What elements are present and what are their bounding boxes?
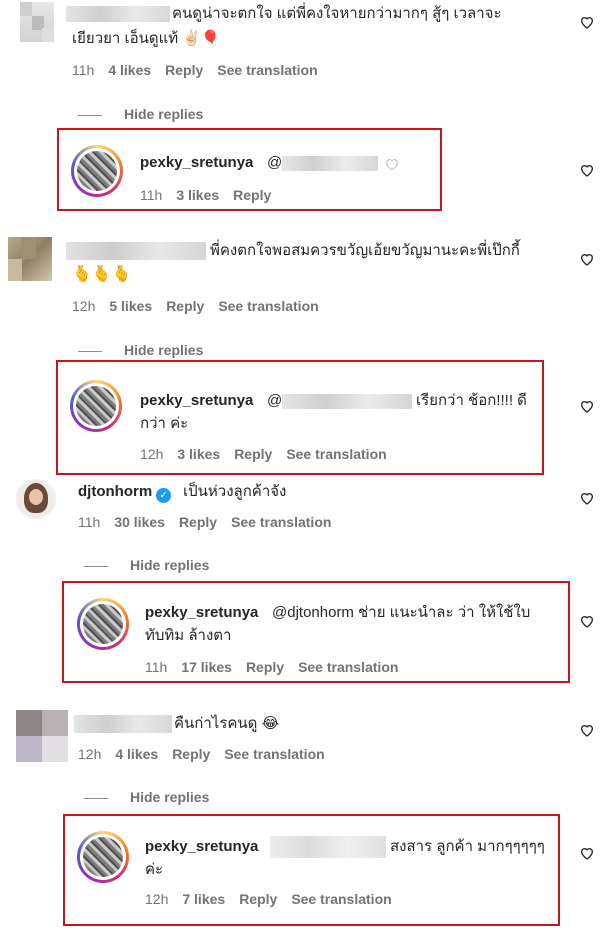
redacted-username[interactable] bbox=[74, 715, 172, 733]
hide-replies-button[interactable]: Hide replies bbox=[78, 105, 203, 123]
redacted-mention bbox=[282, 394, 412, 409]
heart-icon[interactable] bbox=[579, 722, 595, 738]
heart-icon[interactable] bbox=[579, 398, 595, 414]
highlight-box bbox=[63, 814, 560, 926]
comment-text: เป็นห่วงลูกค้าจัง bbox=[183, 483, 287, 500]
comment-meta: 11h 4 likes Reply See translation bbox=[72, 61, 332, 79]
hide-replies-button[interactable]: Hide replies bbox=[84, 556, 209, 574]
reply-meta: 11h 17 likes Reply See translation bbox=[145, 658, 412, 676]
timestamp: 11h bbox=[78, 514, 101, 530]
redacted-mention bbox=[282, 156, 378, 171]
reply-button[interactable]: Reply bbox=[166, 298, 204, 314]
timestamp: 12h bbox=[145, 891, 169, 907]
mention[interactable]: @ bbox=[267, 152, 282, 174]
reply-button[interactable]: Reply bbox=[172, 746, 210, 762]
comment-meta: 12h 4 likes Reply See translation bbox=[78, 745, 339, 763]
heart-icon[interactable] bbox=[579, 613, 595, 629]
reply-text: @djtonhorm ช่าย แนะนำละ ว่า ให้ใช้ใบ bbox=[272, 604, 531, 621]
comment-text: เยียวยา เอ็นดูแท้ ✌🏻🎈 bbox=[72, 30, 220, 47]
likes-count[interactable]: 17 likes bbox=[181, 659, 232, 675]
likes-count[interactable]: 4 likes bbox=[108, 62, 151, 78]
avatar[interactable] bbox=[16, 710, 68, 762]
timestamp: 12h bbox=[72, 298, 96, 314]
heart-icon[interactable] bbox=[579, 845, 595, 861]
likes-count[interactable]: 5 likes bbox=[109, 298, 152, 314]
comment-text: พี่คงตกใจพอสมควรขวัญเอ้ยขวัญมานะคะพี่เป๊… bbox=[210, 242, 520, 259]
reply-username[interactable]: pexky_sretunya bbox=[145, 602, 258, 624]
heart-icon[interactable] bbox=[579, 14, 595, 30]
verified-icon: ✓ bbox=[156, 488, 172, 503]
reply-text: ค่ะ bbox=[145, 861, 164, 878]
avatar[interactable] bbox=[70, 380, 122, 432]
reply-meta: 12h 3 likes Reply See translation bbox=[140, 445, 401, 463]
timestamp: 11h bbox=[72, 62, 95, 78]
heart-emoji-icon bbox=[386, 159, 398, 171]
comment-text: 🫰🫰🫰 bbox=[72, 266, 132, 283]
reply-username[interactable]: pexky_sretunya bbox=[145, 836, 258, 858]
reply-text: ทับทิม ล้างตา bbox=[145, 627, 232, 644]
redacted-username[interactable] bbox=[66, 242, 206, 260]
avatar[interactable] bbox=[77, 598, 129, 650]
reply-username[interactable]: pexky_sretunya bbox=[140, 152, 253, 174]
timestamp: 11h bbox=[145, 659, 168, 675]
likes-count[interactable]: 7 likes bbox=[182, 891, 225, 907]
see-translation-button[interactable]: See translation bbox=[217, 62, 317, 78]
redacted-mention bbox=[270, 836, 386, 858]
reply-text: กว่า ค่ะ bbox=[140, 415, 189, 432]
comment-meta: 11h 30 likes Reply See translation bbox=[78, 513, 345, 531]
reply-button[interactable]: Reply bbox=[239, 891, 277, 907]
reply-button[interactable]: Reply bbox=[233, 187, 271, 203]
hide-replies-button[interactable]: Hide replies bbox=[84, 788, 209, 806]
comment-text: คืนก่าไรคนดู 😂 bbox=[174, 715, 280, 732]
hide-replies-button[interactable]: Hide replies bbox=[78, 341, 203, 359]
reply-text: สงสาร ลูกค้า มากๆๆๆๆๆ bbox=[390, 838, 545, 855]
timestamp: 11h bbox=[140, 187, 163, 203]
timestamp: 12h bbox=[78, 746, 102, 762]
avatar[interactable] bbox=[77, 831, 129, 883]
likes-count[interactable]: 3 likes bbox=[176, 187, 219, 203]
mention[interactable]: @ bbox=[267, 390, 282, 412]
see-translation-button[interactable]: See translation bbox=[224, 746, 324, 762]
avatar[interactable] bbox=[16, 479, 56, 519]
comment-username[interactable]: djtonhorm ✓ bbox=[78, 481, 172, 503]
reply-meta: 11h 3 likes Reply bbox=[140, 186, 285, 204]
reply-button[interactable]: Reply bbox=[234, 446, 272, 462]
heart-icon[interactable] bbox=[579, 251, 595, 267]
reply-meta: 12h 7 likes Reply See translation bbox=[145, 890, 406, 908]
reply-button[interactable]: Reply bbox=[246, 659, 284, 675]
see-translation-button[interactable]: See translation bbox=[286, 446, 386, 462]
heart-icon[interactable] bbox=[579, 162, 595, 178]
redacted-username[interactable] bbox=[66, 6, 170, 22]
see-translation-button[interactable]: See translation bbox=[218, 298, 318, 314]
comment-text: คนดูน่าจะตกใจ แต่พี่คงใจหายกว่ามากๆ สู้ๆ… bbox=[172, 5, 502, 22]
likes-count[interactable]: 3 likes bbox=[177, 446, 220, 462]
see-translation-button[interactable]: See translation bbox=[231, 514, 331, 530]
heart-icon[interactable] bbox=[579, 490, 595, 506]
avatar[interactable] bbox=[20, 2, 54, 42]
avatar[interactable] bbox=[8, 237, 52, 281]
see-translation-button[interactable]: See translation bbox=[298, 659, 398, 675]
reply-button[interactable]: Reply bbox=[179, 514, 217, 530]
reply-text: เรียกว่า ช้อก!!!! ดี bbox=[416, 392, 527, 409]
reply-username[interactable]: pexky_sretunya bbox=[140, 390, 253, 412]
comment-meta: 12h 5 likes Reply See translation bbox=[72, 297, 333, 315]
reply-button[interactable]: Reply bbox=[165, 62, 203, 78]
likes-count[interactable]: 4 likes bbox=[115, 746, 158, 762]
avatar[interactable] bbox=[71, 145, 123, 197]
likes-count[interactable]: 30 likes bbox=[114, 514, 165, 530]
timestamp: 12h bbox=[140, 446, 164, 462]
see-translation-button[interactable]: See translation bbox=[291, 891, 391, 907]
